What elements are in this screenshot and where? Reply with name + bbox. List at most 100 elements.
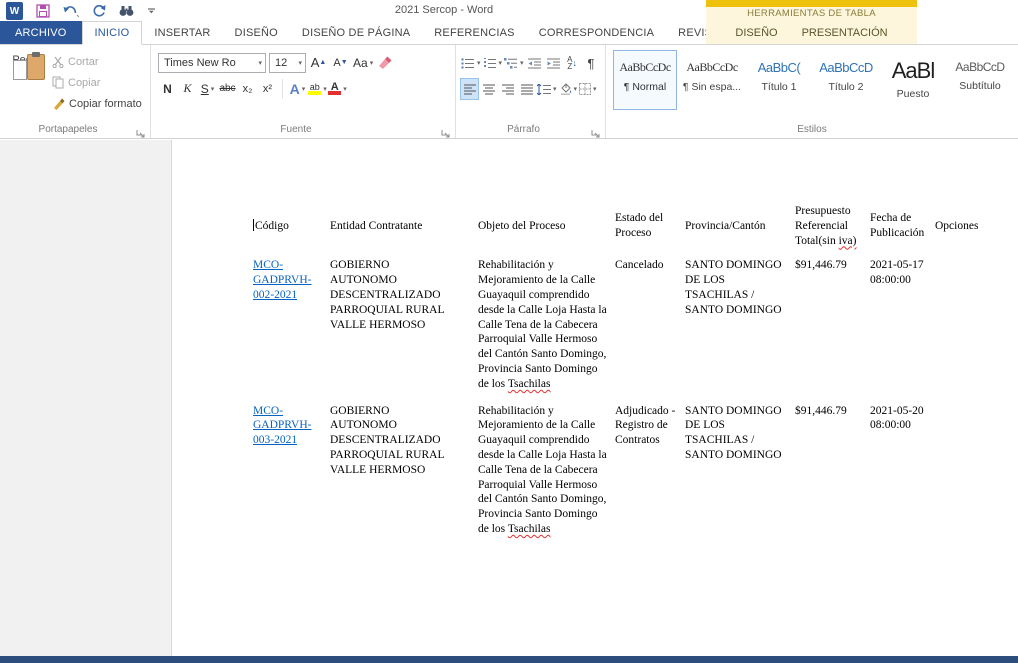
font-color-button[interactable]: A ▾	[328, 78, 347, 99]
tab-diseno-de-pagina[interactable]: DISEÑO DE PÁGINA	[290, 21, 422, 44]
highlight-color-button[interactable]: ab ▾	[308, 78, 327, 99]
cell-entidad: GOBIERNO AUTONOMO DESCENTRALIZADO PARROQ…	[330, 404, 478, 549]
cell-provincia: SANTO DOMINGO DE LOS TSACHILAS / SANTO D…	[685, 258, 795, 403]
header-fecha: Fecha de Publicación	[870, 204, 935, 258]
page-left-margin	[0, 140, 172, 656]
find-icon[interactable]	[119, 2, 134, 20]
styles-group: AaBbCcDc ¶ Normal AaBbCcDc ¶ Sin espa...…	[606, 45, 1018, 138]
borders-button[interactable]: ▾	[579, 79, 597, 99]
redo-icon[interactable]	[92, 2, 106, 20]
format-painter-button[interactable]: Copiar formato	[52, 97, 142, 110]
paragraph-group: ▾ ▾ ▾ AZ↓ ¶	[456, 45, 606, 138]
undo-icon[interactable]	[63, 2, 79, 20]
header-opciones: Opciones	[935, 204, 995, 258]
sort-button[interactable]: AZ↓	[564, 53, 581, 73]
table-tools-title: HERRAMIENTAS DE TABLA	[706, 7, 917, 21]
chevron-down-icon: ▾	[298, 59, 302, 67]
paste-button[interactable]: Pegar ▾	[8, 52, 46, 84]
style-titulo-1[interactable]: AaBbC( Título 1	[747, 50, 811, 110]
multilevel-list-button[interactable]: ▾	[504, 53, 524, 73]
header-codigo: Código	[253, 204, 330, 258]
cut-button[interactable]: Cortar	[52, 56, 99, 68]
text-effects-button[interactable]: A▾	[288, 78, 307, 99]
change-case-button[interactable]: Aa▾	[353, 52, 373, 73]
tab-inicio[interactable]: INICIO	[82, 21, 143, 45]
numbering-button[interactable]: ▾	[483, 53, 503, 73]
font-size-combo[interactable]: 12▾	[269, 53, 306, 73]
copy-button[interactable]: Copiar	[52, 76, 100, 89]
shading-button[interactable]: ▾	[559, 79, 578, 99]
tab-referencias[interactable]: REFERENCIAS	[422, 21, 526, 44]
bold-button[interactable]: N	[158, 78, 177, 99]
show-marks-button[interactable]: ¶	[583, 53, 600, 73]
cell-provincia: SANTO DOMINGO DE LOS TSACHILAS / SANTO D…	[685, 404, 795, 549]
format-painter-icon	[52, 97, 65, 110]
cell-objeto: Rehabilitación y Mejoramiento de la Call…	[478, 404, 615, 549]
style-titulo-2[interactable]: AaBbCcD Título 2	[814, 50, 878, 110]
tab-correspondencia[interactable]: CORRESPONDENCIA	[527, 21, 666, 44]
style-subtitulo[interactable]: AaBbCcD Subtítulo	[948, 50, 1012, 110]
clipboard-group: Pegar ▾ Cortar Copiar Copiar formato Por…	[0, 45, 151, 138]
style-puesto[interactable]: AaBl Puesto	[881, 50, 945, 110]
customize-quick-access-icon[interactable]	[147, 2, 156, 20]
chevron-down-icon: ▾	[258, 59, 262, 67]
increase-indent-button[interactable]	[545, 53, 562, 73]
align-left-button[interactable]	[461, 79, 478, 99]
header-provincia: Provincia/Cantón	[685, 204, 795, 258]
cell-presupuesto: $91,446.79	[795, 258, 870, 403]
process-link[interactable]: MCO-GADPRVH-002-2021	[253, 259, 312, 301]
underline-button[interactable]: S▾	[198, 78, 217, 99]
page[interactable]: Código Entidad Contratante Objeto del Pr…	[253, 204, 995, 549]
align-right-button[interactable]	[499, 79, 516, 99]
cell-estado: Adjudicado - Registro de Contratos	[615, 404, 685, 549]
font-dialog-launcher-icon[interactable]	[441, 125, 451, 135]
procurement-table: Código Entidad Contratante Objeto del Pr…	[253, 204, 995, 549]
shrink-font-button[interactable]: A▼	[331, 52, 350, 73]
justify-button[interactable]	[518, 79, 535, 99]
tab-insertar[interactable]: INSERTAR	[142, 21, 222, 44]
eraser-icon	[378, 56, 393, 69]
line-spacing-button[interactable]: ▾	[537, 79, 557, 99]
save-icon[interactable]	[36, 2, 50, 20]
cell-entidad: GOBIERNO AUTONOMO DESCENTRALIZADO PARROQ…	[330, 258, 478, 403]
italic-button[interactable]: K	[178, 78, 197, 99]
table-row: MCO-GADPRVH-003-2021 GOBIERNO AUTONOMO D…	[253, 404, 995, 549]
grow-font-button[interactable]: A▲	[309, 52, 328, 73]
tab-table-diseno[interactable]: DISEÑO	[727, 27, 785, 39]
process-link[interactable]: MCO-GADPRVH-003-2021	[253, 405, 312, 447]
font-name-combo[interactable]: Times New Ro▾	[158, 53, 266, 73]
header-presupuesto: Presupuesto Referencial Total(sin iva)	[795, 204, 870, 258]
cell-estado: Cancelado	[615, 258, 685, 403]
header-estado: Estado del Proceso	[615, 204, 685, 258]
status-bar-edge	[0, 656, 1018, 663]
align-center-button[interactable]	[480, 79, 497, 99]
cell-codigo: MCO-GADPRVH-002-2021	[253, 258, 330, 403]
borders-grid-icon	[579, 83, 591, 95]
cell-codigo: MCO-GADPRVH-003-2021	[253, 404, 330, 549]
decrease-indent-button[interactable]	[526, 53, 543, 73]
word-window: W 2021 Sercop - Word ARCHIVO INICIO INSE…	[0, 0, 1018, 663]
tab-archivo[interactable]: ARCHIVO	[0, 21, 82, 44]
header-objeto: Objeto del Proceso	[478, 204, 615, 258]
clipboard-dialog-launcher-icon[interactable]	[136, 125, 146, 135]
tab-table-presentacion[interactable]: PRESENTACIÓN	[794, 27, 896, 39]
bullets-button[interactable]: ▾	[461, 53, 481, 73]
clear-formatting-button[interactable]	[376, 52, 395, 73]
style-sin-espaciado[interactable]: AaBbCcDc ¶ Sin espa...	[680, 50, 744, 110]
superscript-button[interactable]: x²	[258, 78, 277, 99]
strikethrough-button[interactable]: abc	[218, 78, 237, 99]
header-entidad: Entidad Contratante	[330, 204, 478, 258]
paragraph-dialog-launcher-icon[interactable]	[591, 125, 601, 135]
subscript-button[interactable]: x₂	[238, 78, 257, 99]
table-header-row: Código Entidad Contratante Objeto del Pr…	[253, 204, 995, 258]
style-normal[interactable]: AaBbCcDc ¶ Normal	[613, 50, 677, 110]
ribbon-tab-row: ARCHIVO INICIO INSERTAR DISEÑO DISEÑO DE…	[0, 22, 1018, 45]
tab-diseno[interactable]: DISEÑO	[223, 21, 290, 44]
window-title: 2021 Sercop - Word	[395, 4, 493, 16]
cell-opciones	[935, 258, 995, 403]
text-cursor	[253, 219, 254, 231]
document-area: Código Entidad Contratante Objeto del Pr…	[0, 140, 1018, 656]
word-logo-icon: W	[6, 2, 23, 20]
scissors-icon	[52, 56, 64, 68]
table-tools-accent-bar	[706, 0, 917, 7]
